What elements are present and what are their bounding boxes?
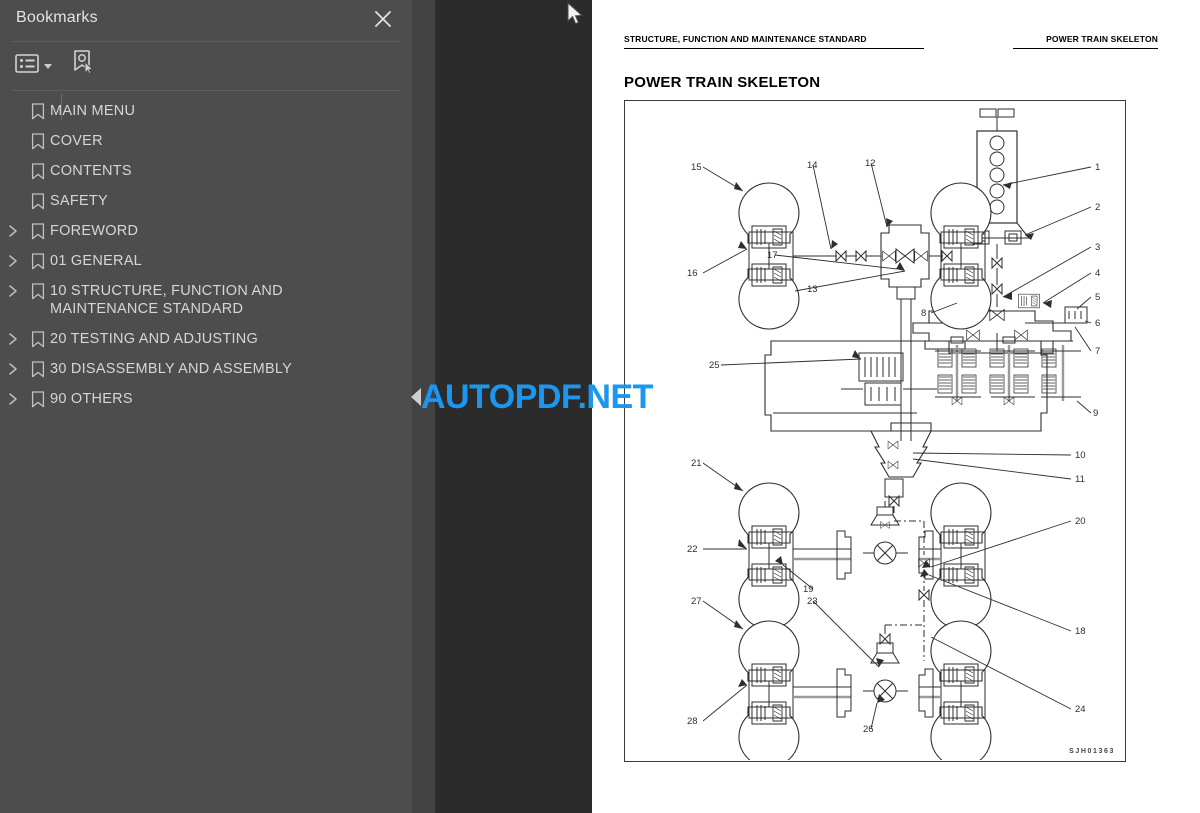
svg-text:8: 8: [921, 308, 926, 319]
svg-text:14: 14: [807, 160, 818, 171]
chevron-right-icon[interactable]: [0, 390, 26, 406]
toolbar-divider: [12, 90, 400, 91]
svg-text:21: 21: [691, 458, 702, 469]
bookmark-item-label: MAIN MENU: [50, 103, 136, 119]
bookmark-indent-spacer: [0, 162, 26, 164]
bookmarks-sidebar: Bookmarks MAIN MENU COVER CONTENTS SAFET…: [0, 0, 412, 813]
bookmark-item[interactable]: 10 STRUCTURE, FUNCTION AND MAINTENANCE S…: [0, 276, 412, 324]
bookmarks-panel-header: Bookmarks: [0, 0, 412, 40]
select-bookmark-button[interactable]: [70, 49, 96, 79]
watermark-arrow-icon: [411, 388, 421, 406]
bookmark-item-label: 10 STRUCTURE, FUNCTION AND MAINTENANCE S…: [50, 283, 283, 317]
svg-text:12: 12: [865, 158, 876, 169]
bookmark-pointer-icon: [70, 49, 96, 80]
bookmark-item-label: COVER: [50, 133, 103, 149]
page-running-header: STRUCTURE, FUNCTION AND MAINTENANCE STAN…: [624, 34, 1158, 50]
bookmark-item[interactable]: CONTENTS: [0, 156, 412, 186]
bookmarks-list[interactable]: MAIN MENU COVER CONTENTS SAFETY FOREWORD 01 G…: [0, 96, 412, 813]
svg-text:5: 5: [1095, 292, 1100, 303]
bookmark-item[interactable]: SAFETY: [0, 186, 412, 216]
svg-text:22: 22: [687, 544, 698, 555]
header-rule-left: [624, 48, 924, 50]
power-train-diagram: 1 2 3 4 5 6 7 8 9 10 11 12 13 14 15 16 1: [687, 108, 1100, 760]
list-options-icon: [15, 54, 39, 78]
svg-text:24: 24: [1075, 704, 1086, 715]
svg-text:15: 15: [691, 162, 702, 173]
bookmark-icon: [26, 390, 50, 408]
svg-text:28: 28: [687, 716, 698, 727]
header-rule-right: [1013, 48, 1158, 50]
power-train-skeleton-figure: 1 2 3 4 5 6 7 8 9 10 11 12 13 14 15 16 1: [624, 100, 1126, 762]
bookmark-item-label: CONTENTS: [50, 163, 132, 179]
svg-text:3: 3: [1095, 242, 1100, 253]
watermark-text: AUTOPDF.NET: [421, 378, 653, 416]
mouse-pointer-icon: [567, 1, 585, 33]
svg-text:23: 23: [807, 596, 818, 607]
bookmark-item[interactable]: COVER: [0, 126, 412, 156]
pdf-page: STRUCTURE, FUNCTION AND MAINTENANCE STAN…: [592, 0, 1200, 813]
bookmark-indent-spacer: [0, 132, 26, 134]
bookmark-icon: [26, 192, 50, 210]
svg-text:20: 20: [1075, 516, 1086, 527]
svg-text:18: 18: [1075, 626, 1086, 637]
svg-text:13: 13: [807, 284, 818, 295]
bookmarks-panel-title: Bookmarks: [16, 9, 98, 26]
bookmark-icon: [26, 102, 50, 120]
bookmark-item-label: 01 GENERAL: [50, 253, 142, 269]
chevron-right-icon[interactable]: [0, 330, 26, 346]
chevron-right-icon[interactable]: [0, 282, 26, 298]
page-header-left: STRUCTURE, FUNCTION AND MAINTENANCE STAN…: [624, 34, 867, 44]
svg-text:27: 27: [691, 596, 702, 607]
bookmark-icon: [26, 282, 50, 300]
bookmark-item[interactable]: 20 TESTING AND ADJUSTING: [0, 324, 412, 354]
svg-text:19: 19: [803, 584, 814, 595]
bookmark-indent-spacer: [0, 192, 26, 194]
bookmark-item-label: 90 OTHERS: [50, 391, 133, 407]
svg-text:25: 25: [709, 360, 720, 371]
page-title: POWER TRAIN SKELETON: [624, 74, 821, 91]
bookmark-item-label: 30 DISASSEMBLY AND ASSEMBLY: [50, 361, 293, 377]
pdf-viewer-window: Bookmarks MAIN MENU COVER CONTENTS SAFET…: [0, 0, 1200, 813]
bookmark-icon: [26, 162, 50, 180]
bookmark-icon: [26, 330, 50, 348]
svg-text:11: 11: [1075, 474, 1085, 485]
bookmark-icon: [26, 360, 50, 378]
svg-text:2: 2: [1095, 202, 1100, 213]
chevron-right-icon[interactable]: [0, 360, 26, 376]
chevron-down-icon: [44, 63, 52, 69]
svg-text:9: 9: [1093, 408, 1098, 419]
svg-text:26: 26: [863, 724, 874, 735]
header-divider: [12, 41, 400, 42]
svg-text:10: 10: [1075, 450, 1086, 461]
bookmark-item[interactable]: 90 OTHERS: [0, 384, 412, 414]
svg-text:16: 16: [687, 268, 698, 279]
bookmark-icon: [26, 252, 50, 270]
close-icon[interactable]: [371, 7, 395, 31]
svg-text:4: 4: [1095, 268, 1100, 279]
bookmark-icon: [26, 132, 50, 150]
page-header-right: POWER TRAIN SKELETON: [1046, 34, 1158, 44]
bookmark-item[interactable]: 01 GENERAL: [0, 246, 412, 276]
bookmark-indent-spacer: [0, 102, 26, 104]
figure-reference-code: SJH01363: [1069, 748, 1115, 755]
svg-text:7: 7: [1095, 346, 1100, 357]
bookmark-item[interactable]: 30 DISASSEMBLY AND ASSEMBLY: [0, 354, 412, 384]
bookmark-item[interactable]: FOREWORD: [0, 216, 412, 246]
bookmark-item-label: SAFETY: [50, 193, 108, 209]
bookmark-item-label: 20 TESTING AND ADJUSTING: [50, 331, 258, 347]
bookmark-icon: [26, 222, 50, 240]
bookmark-options-button[interactable]: [15, 51, 52, 81]
bookmark-item-label: FOREWORD: [50, 223, 139, 239]
bookmark-item[interactable]: MAIN MENU: [0, 96, 412, 126]
chevron-right-icon[interactable]: [0, 222, 26, 238]
svg-text:17: 17: [767, 250, 778, 261]
chevron-right-icon[interactable]: [0, 252, 26, 268]
svg-text:1: 1: [1095, 162, 1100, 173]
svg-text:6: 6: [1095, 318, 1100, 329]
bookmarks-toolbar: [0, 44, 412, 120]
